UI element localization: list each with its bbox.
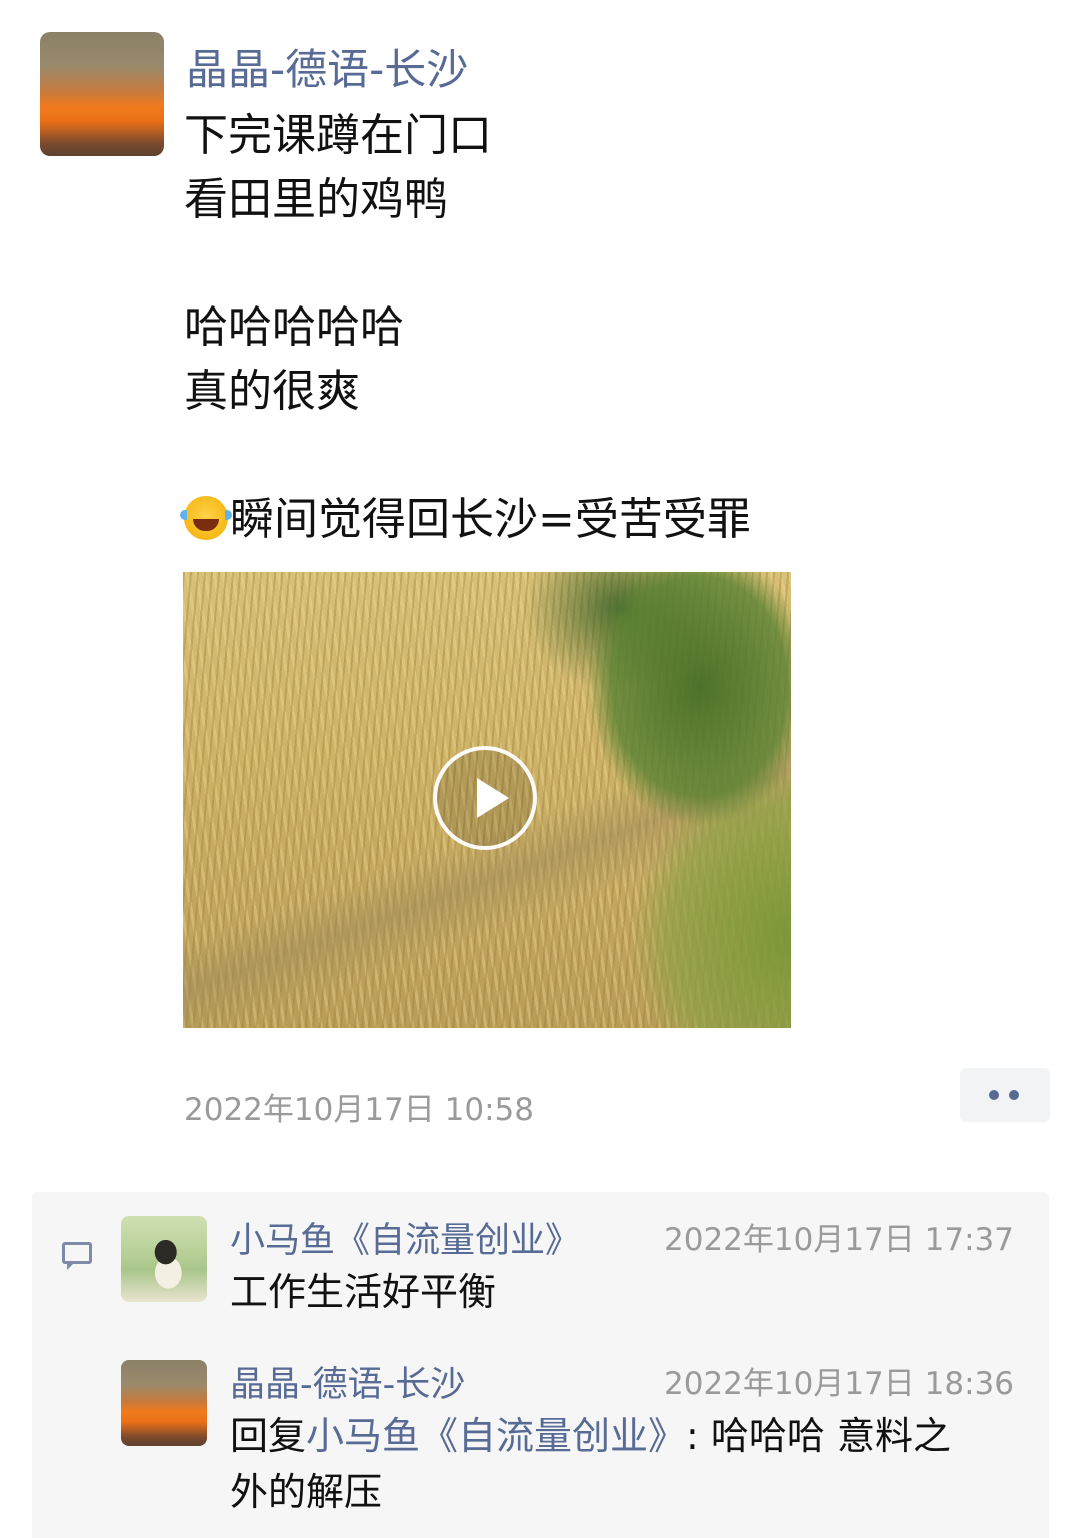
comment-reply-text[interactable]: 回复小马鱼《自流量创业》: 哈哈哈 意料之 外的解压 (230, 1408, 1010, 1520)
comment-author[interactable]: 晶晶-德语-长沙 (230, 1356, 465, 1407)
post-line: 哈哈哈哈哈 (184, 302, 404, 353)
post-line (184, 424, 984, 488)
reply-prefix: 回复 (230, 1414, 307, 1458)
comment-text[interactable]: 工作生活好平衡 (230, 1264, 1010, 1320)
post-line: 看田里的鸡鸭 (184, 174, 448, 225)
post-text: 下完课蹲在门口 看田里的鸡鸭 哈哈哈哈哈 真的很爽 瞬间觉得回长沙=受苦受罪 (180, 104, 984, 552)
commenter-avatar[interactable] (121, 1360, 207, 1446)
post-line: 下完课蹲在门口 (184, 110, 492, 161)
comment-time: 2022年10月17日 18:36 (664, 1366, 1014, 1402)
reply-text-line2: 外的解压 (230, 1470, 383, 1514)
tears-of-joy-emoji-icon (180, 496, 232, 540)
post-author-name[interactable]: 晶晶-德语-长沙 (186, 36, 468, 97)
post-line-last: 瞬间觉得回长沙=受苦受罪 (180, 488, 984, 552)
post-line (184, 232, 984, 296)
more-dots-icon (989, 1090, 999, 1100)
video-thumbnail[interactable] (183, 572, 791, 1028)
more-dots-icon (1009, 1090, 1019, 1100)
reply-target[interactable]: 小马鱼《自流量创业》 (306, 1414, 686, 1458)
comment-icon (62, 1242, 92, 1270)
post-last-line-text: 瞬间觉得回长沙=受苦受罪 (230, 494, 751, 545)
post-line: 真的很爽 (184, 366, 360, 417)
comment-time: 2022年10月17日 17:37 (664, 1222, 1014, 1258)
comments-section: 小马鱼《自流量创业》 2022年10月17日 17:37 工作生活好平衡 晶晶-… (32, 1192, 1049, 1538)
play-icon[interactable] (433, 746, 537, 850)
more-options-button[interactable] (960, 1068, 1050, 1122)
post-timestamp: 2022年10月17日 10:58 (184, 1092, 534, 1128)
reply-text-line1: : 哈哈哈 意料之 (686, 1414, 951, 1458)
comment-author[interactable]: 小马鱼《自流量创业》 (230, 1212, 580, 1263)
commenter-avatar[interactable] (121, 1216, 207, 1302)
author-avatar[interactable] (40, 32, 164, 156)
